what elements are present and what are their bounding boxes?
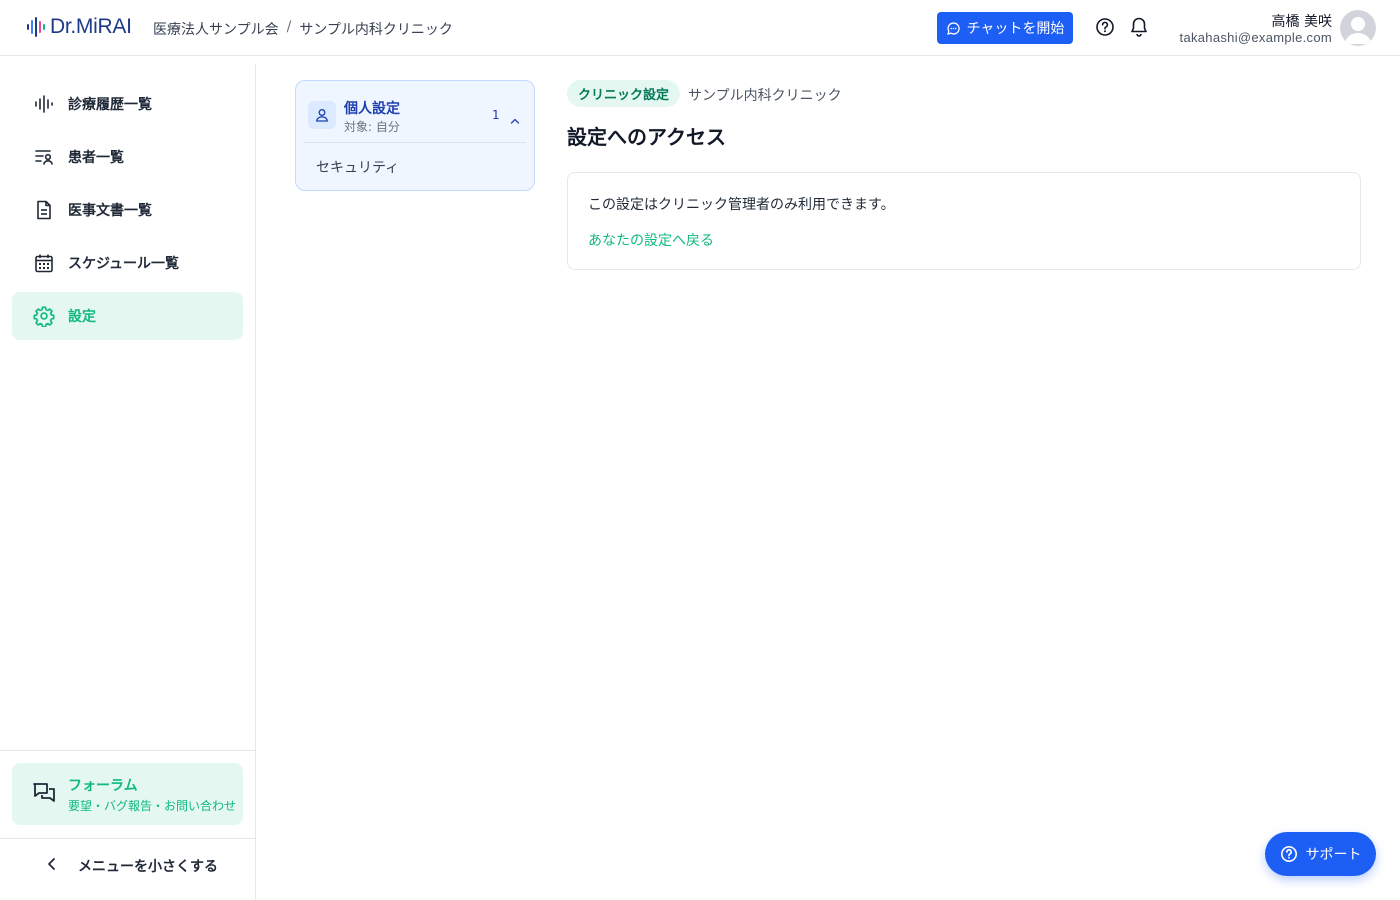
start-chat-label: チャットを開始 <box>966 21 1065 37</box>
top-header: Dr.MiRAI 医療法人サンプル会 / サンプル内科クリニック チャットを開始… <box>0 0 1400 56</box>
bell-icon[interactable] <box>1128 16 1150 38</box>
sidebar-item-label: 診療履歴一覧 <box>68 97 152 113</box>
support-button[interactable]: サポート <box>1265 832 1376 876</box>
help-circle-icon <box>1280 845 1297 863</box>
tag-clinic-name: サンプル内科クリニック <box>688 88 842 104</box>
user-email: takahashi@example.com <box>1179 30 1332 45</box>
sidebar-item-documents[interactable]: 医事文書一覧 <box>12 186 243 234</box>
gear-icon <box>33 305 55 327</box>
user-name[interactable]: 高橋 美咲 <box>1272 11 1332 31</box>
clinic-settings-tag: クリニック設定 <box>567 80 681 107</box>
back-to-settings-link[interactable]: あなたの設定へ戻る <box>588 230 714 250</box>
sidebar-divider <box>0 750 255 751</box>
panel-title[interactable]: 個人設定 <box>344 98 400 118</box>
support-label: サポート <box>1305 847 1362 863</box>
sidebar-item-schedule[interactable]: スケジュール一覧 <box>12 239 243 287</box>
chat-bubble-icon <box>946 21 960 35</box>
sidebar: 診療履歴一覧 患者一覧 医事文書一覧 スケジュール一覧 設定 フォーラム 要望・… <box>0 64 256 900</box>
calendar-icon <box>33 252 55 274</box>
sidebar-item-patients[interactable]: 患者一覧 <box>12 133 243 181</box>
chevron-left-icon <box>46 857 58 875</box>
panel-divider <box>304 142 526 143</box>
breadcrumb: 医療法人サンプル会 / サンプル内科クリニック <box>153 19 453 39</box>
document-icon <box>33 199 55 221</box>
logo-text: Dr.MiRAI <box>50 15 132 38</box>
waveform-icon <box>33 93 55 115</box>
breadcrumb-clinic[interactable]: サンプル内科クリニック <box>299 19 453 39</box>
sidebar-item-label: 患者一覧 <box>68 150 124 166</box>
app-logo[interactable]: Dr.MiRAI <box>26 15 132 39</box>
access-notice-card: この設定はクリニック管理者のみ利用できます。 あなたの設定へ戻る <box>567 172 1361 270</box>
sidebar-divider <box>0 838 255 839</box>
page-title: 設定へのアクセス <box>567 125 726 149</box>
sidebar-item-label: 設定 <box>68 309 96 325</box>
breadcrumb-org[interactable]: 医療法人サンプル会 <box>153 19 279 39</box>
user-icon <box>308 101 336 129</box>
sidebar-item-label: スケジュール一覧 <box>68 256 180 272</box>
start-chat-button[interactable]: チャットを開始 <box>937 12 1073 44</box>
collapse-menu-label: メニューを小さくする <box>78 859 218 875</box>
avatar[interactable] <box>1340 10 1376 46</box>
forum-title: フォーラム <box>68 778 138 794</box>
panel-item-security[interactable]: セキュリティ <box>316 157 399 177</box>
collapse-menu-button[interactable]: メニューを小さくする <box>46 856 218 876</box>
panel-count-badge: 1 <box>492 108 500 122</box>
forum-chat-icon <box>32 781 56 809</box>
help-icon[interactable] <box>1094 16 1116 38</box>
panel-subtitle: 対象: 自分 <box>344 120 400 134</box>
chevron-up-icon[interactable] <box>510 110 520 129</box>
patient-list-icon <box>33 146 55 168</box>
logo-waveform-icon <box>27 17 45 37</box>
breadcrumb-separator: / <box>286 19 292 35</box>
personal-settings-panel: 個人設定 対象: 自分 1 セキュリティ <box>295 80 535 191</box>
sidebar-item-settings[interactable]: 設定 <box>12 292 243 340</box>
forum-link[interactable]: フォーラム 要望・バグ報告・お問い合わせ <box>12 763 243 825</box>
sidebar-item-label: 医事文書一覧 <box>68 203 152 219</box>
forum-subtitle: 要望・バグ報告・お問い合わせ <box>68 799 237 813</box>
sidebar-item-visit-history[interactable]: 診療履歴一覧 <box>12 80 243 128</box>
access-message: この設定はクリニック管理者のみ利用できます。 <box>588 197 895 213</box>
